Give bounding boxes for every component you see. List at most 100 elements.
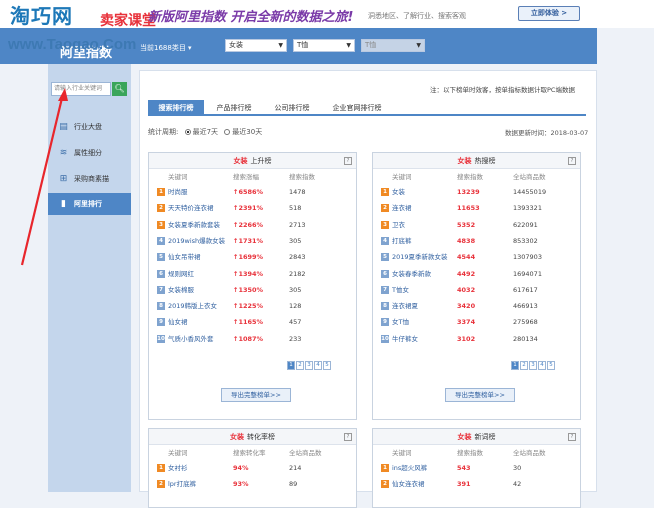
- page-button[interactable]: 1: [287, 361, 295, 370]
- sidebar-item-ranking[interactable]: ▮ 阿里排行: [48, 193, 131, 215]
- tab-product-rank[interactable]: 产品排行榜: [206, 100, 262, 116]
- watermark-url: www.Taoqao.Com: [8, 36, 137, 53]
- panel-category: 女装: [457, 157, 472, 165]
- page-button[interactable]: 5: [547, 361, 555, 370]
- tab-company-rank[interactable]: 公司排行榜: [264, 100, 320, 116]
- radio-7days-label[interactable]: 最近7天: [193, 128, 218, 136]
- metric-value: 4032: [457, 285, 476, 294]
- ranking-tabs: 搜索排行榜 产品排行榜 公司排行榜 企业官网排行榜: [148, 100, 586, 116]
- rank-badge: 9: [381, 318, 389, 327]
- table-row: 9 女T恤 3374 275968: [373, 314, 580, 330]
- rank-badge: 5: [157, 253, 165, 262]
- metric-value: 2182: [289, 269, 306, 278]
- column-header: 关键词: [392, 449, 412, 457]
- metric-value: 2713: [289, 220, 306, 229]
- category-select-2[interactable]: T恤 ▼: [293, 39, 355, 52]
- help-icon[interactable]: ?: [568, 433, 576, 441]
- ranking-panel: 女装 新词榜? 关键词 搜索指数 全站商品数 1 ins超火风裤 543 30 2 仙女连衣裙 391…: [372, 428, 581, 508]
- table-row: 8 连衣裙夏 3420 466913: [373, 298, 580, 314]
- column-header: 全站商品数: [513, 173, 546, 181]
- radio-30days[interactable]: [224, 129, 231, 135]
- metric-value: 5352: [457, 220, 476, 229]
- page-button[interactable]: 2: [520, 361, 528, 370]
- keyword-link[interactable]: 女装春季新款: [392, 266, 462, 282]
- keyword-link[interactable]: 时尚服: [168, 184, 238, 200]
- keyword-link[interactable]: lpr打底裤: [168, 476, 238, 492]
- rank-badge: 7: [381, 285, 389, 294]
- sidebar-item-label: 阿里排行: [74, 200, 102, 208]
- keyword-link[interactable]: 仙女吊带裙: [168, 249, 238, 265]
- metric-value: 853302: [513, 236, 538, 245]
- panel-category: 女装: [230, 433, 244, 441]
- keyword-link[interactable]: 仙女裙: [168, 314, 238, 330]
- keyword-link[interactable]: ins超火风裤: [392, 460, 462, 476]
- table-row: 1 ins超火风裤 543 30: [373, 460, 580, 476]
- table-row: 3 卫衣 5352 622091: [373, 217, 580, 233]
- metric-value: 93%: [233, 480, 249, 489]
- keyword-link[interactable]: 女装棉服: [168, 282, 238, 298]
- panel-title: 转化率榜: [247, 433, 275, 441]
- keyword-link[interactable]: T恤女: [392, 282, 462, 298]
- category-select-1-value: 女装: [229, 41, 243, 49]
- keyword-link[interactable]: 女装夏季新款套装: [168, 217, 238, 233]
- radio-30days-label[interactable]: 最近30天: [232, 128, 262, 136]
- sidebar-item-buyers[interactable]: ⊞ 采购商素描: [48, 168, 131, 190]
- keyword-link[interactable]: 2019wish爆款女装: [168, 233, 238, 249]
- category-select-3[interactable]: T恤 ▼: [361, 39, 425, 52]
- keyword-link[interactable]: 女T恤: [392, 314, 462, 330]
- sidebar-item-label: 属性细分: [74, 149, 102, 157]
- page-button[interactable]: 3: [529, 361, 537, 370]
- sidebar-item-industry[interactable]: ▤ 行业大盘: [48, 116, 131, 138]
- page-button[interactable]: 1: [511, 361, 519, 370]
- table-row: 1 女衬衫 94% 214: [149, 460, 356, 476]
- keyword-link[interactable]: 仙女连衣裙: [392, 476, 462, 492]
- table-row: 7 女装棉服 ↑1350% 305: [149, 282, 356, 298]
- page-button[interactable]: 2: [296, 361, 304, 370]
- radio-7days[interactable]: [184, 129, 191, 135]
- search-input[interactable]: 请输入行业关键词: [51, 82, 111, 96]
- column-header: 全站商品数: [513, 449, 546, 457]
- rank-badge: 3: [157, 220, 165, 229]
- page-button[interactable]: 3: [305, 361, 313, 370]
- keyword-link[interactable]: 卫衣: [392, 217, 462, 233]
- column-header: 搜索指数: [289, 173, 315, 181]
- metric-value: 305: [289, 285, 302, 294]
- tab-search-rank[interactable]: 搜索排行榜: [148, 100, 204, 116]
- page-button[interactable]: 4: [314, 361, 322, 370]
- keyword-link[interactable]: 规则网红: [168, 266, 238, 282]
- page-button[interactable]: 5: [323, 361, 331, 370]
- keyword-link[interactable]: 气质小香风外套: [168, 331, 238, 347]
- rank-badge: 2: [157, 480, 165, 489]
- tab-website-rank[interactable]: 企业官网排行榜: [322, 100, 392, 116]
- search-button[interactable]: 🔍︎: [112, 82, 127, 96]
- rank-badge: 7: [157, 285, 165, 294]
- sidebar-item-attributes[interactable]: ≋ 属性细分: [48, 142, 131, 164]
- keyword-link[interactable]: 连衣裙夏: [392, 298, 462, 314]
- category-label[interactable]: 当前1688类目 ▾: [140, 43, 192, 53]
- page-button[interactable]: 4: [538, 361, 546, 370]
- try-now-button[interactable]: 立即体验 >: [518, 6, 580, 21]
- help-icon[interactable]: ?: [344, 433, 352, 441]
- help-icon[interactable]: ?: [568, 157, 576, 165]
- table-row: 9 仙女裙 ↑1165% 457: [149, 314, 356, 330]
- keyword-link[interactable]: 天天特价连衣裙: [168, 200, 238, 216]
- column-header: 全站商品数: [289, 449, 322, 457]
- keyword-link[interactable]: 打底裤: [392, 233, 462, 249]
- keyword-link[interactable]: 牛仔裤女: [392, 331, 462, 347]
- metric-value: ↑1731%: [233, 236, 264, 245]
- table-row: 6 女装春季新款 4492 1694071: [373, 266, 580, 282]
- rank-badge: 1: [157, 464, 165, 472]
- keyword-link[interactable]: 女装: [392, 184, 462, 200]
- metric-value: ↑2391%: [233, 204, 264, 213]
- keyword-link[interactable]: 连衣裙: [392, 200, 462, 216]
- help-icon[interactable]: ?: [344, 157, 352, 165]
- rank-badge: 8: [157, 302, 165, 311]
- export-button[interactable]: 导出完整榜单>>: [445, 388, 515, 402]
- export-button[interactable]: 导出完整榜单>>: [221, 388, 291, 402]
- category-select-1[interactable]: 女装 ▼: [225, 39, 287, 52]
- metric-value: 14455019: [513, 188, 547, 196]
- keyword-link[interactable]: 2019夏季新款女装: [392, 249, 462, 265]
- keyword-link[interactable]: 2019韩版上衣女: [168, 298, 238, 314]
- keyword-link[interactable]: 女衬衫: [168, 460, 238, 476]
- panel-columns: 关键词 搜索涨幅 搜索指数: [149, 171, 356, 181]
